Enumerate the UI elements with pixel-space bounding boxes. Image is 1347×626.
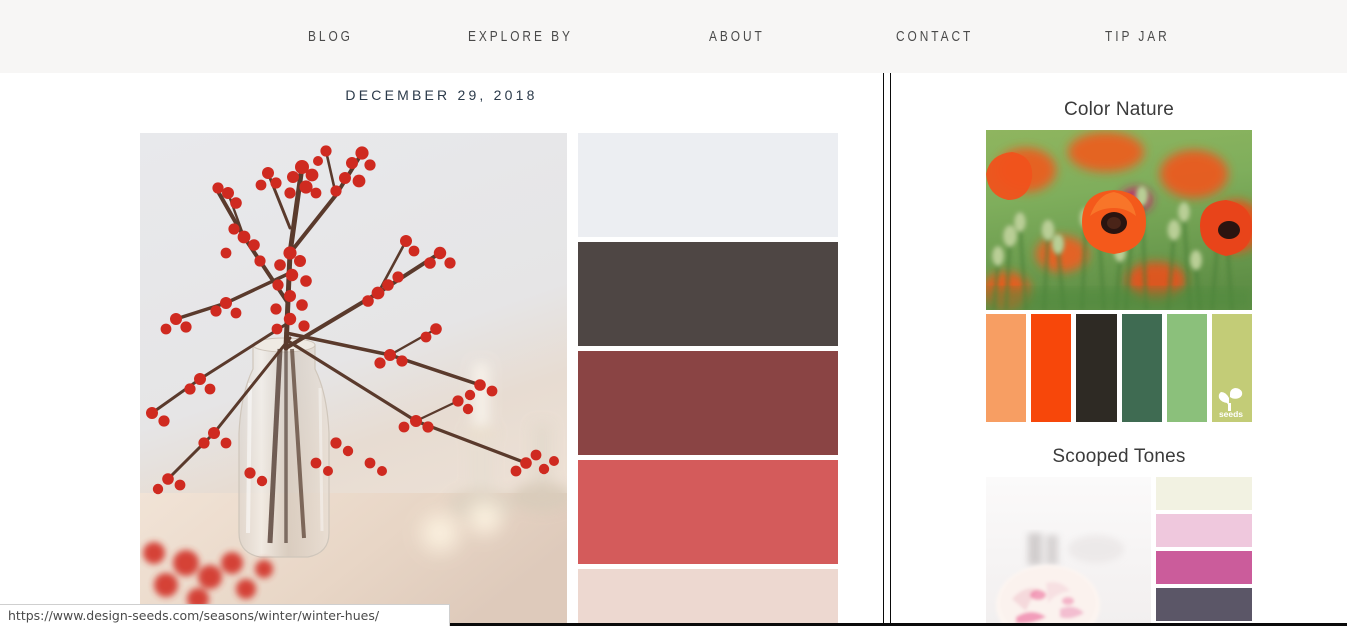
svg-text:seeds: seeds <box>1219 409 1243 419</box>
post-hero-photo[interactable] <box>140 133 567 626</box>
color-nature-swatch-4[interactable] <box>1121 314 1162 422</box>
post-color-palette <box>578 133 838 626</box>
nav-item-tip-jar[interactable]: TIP JAR <box>1105 29 1203 45</box>
color-nature-palette: seeds <box>986 314 1253 422</box>
top-navigation-bar: BLOG EXPLORE BY ABOUT CONTACT TIP JAR <box>0 0 1347 73</box>
color-nature-swatch-2[interactable] <box>1031 314 1072 422</box>
sidebar-card-title-scooped-tones: Scooped Tones <box>1052 446 1186 467</box>
palette-swatch-deep-maroon[interactable] <box>578 351 838 455</box>
palette-swatch-dark-brown-gray[interactable] <box>578 242 838 346</box>
nav-item-explore-by[interactable]: EXPLORE BY <box>468 29 666 45</box>
post-body <box>140 133 838 626</box>
scooped-tones-palette <box>1156 477 1252 623</box>
post-column: DECEMBER 29, 2018 <box>0 73 883 626</box>
color-nature-swatch-3[interactable] <box>1076 314 1117 422</box>
palette-swatch-blush-pink[interactable] <box>578 569 838 626</box>
scooped-tones-swatch-3[interactable] <box>1156 551 1252 584</box>
scooped-tones-swatch-4[interactable] <box>1156 588 1252 621</box>
vertical-divider-left <box>883 73 884 626</box>
post-date: DECEMBER 29, 2018 <box>345 87 538 103</box>
color-nature-swatch-5[interactable] <box>1166 314 1207 422</box>
palette-swatch-coral-red[interactable] <box>578 460 838 564</box>
nav-item-contact[interactable]: CONTACT <box>896 29 1067 45</box>
scooped-tones-swatch-1[interactable] <box>1156 477 1252 510</box>
nav-item-list: BLOG EXPLORE BY ABOUT CONTACT TIP JAR <box>308 29 1225 45</box>
scooped-tones-block[interactable] <box>986 477 1252 623</box>
sidebar-card-scooped-tones: Scooped Tones <box>891 446 1347 623</box>
palette-swatch-pale-blue-gray[interactable] <box>578 133 838 237</box>
nav-item-blog[interactable]: BLOG <box>308 29 439 45</box>
nav-item-about[interactable]: ABOUT <box>709 29 862 45</box>
page-content: DECEMBER 29, 2018 Color Nature seeds Sco… <box>0 73 1347 626</box>
color-nature-swatch-1[interactable] <box>986 314 1027 422</box>
sidebar: Color Nature seeds Scooped Tones <box>891 73 1347 626</box>
scooped-tones-swatch-2[interactable] <box>1156 514 1252 547</box>
status-bar-url: https://www.design-seeds.com/seasons/win… <box>0 604 450 626</box>
seeds-logo-icon: seeds <box>1213 385 1249 419</box>
sidebar-card-color-nature: Color Nature seeds <box>891 99 1347 422</box>
color-nature-photo[interactable] <box>986 130 1252 310</box>
color-nature-swatch-6[interactable]: seeds <box>1211 314 1253 422</box>
sidebar-card-title-color-nature: Color Nature <box>1063 99 1175 120</box>
scooped-tones-photo[interactable] <box>986 477 1151 623</box>
color-nature-block[interactable]: seeds <box>986 130 1253 422</box>
